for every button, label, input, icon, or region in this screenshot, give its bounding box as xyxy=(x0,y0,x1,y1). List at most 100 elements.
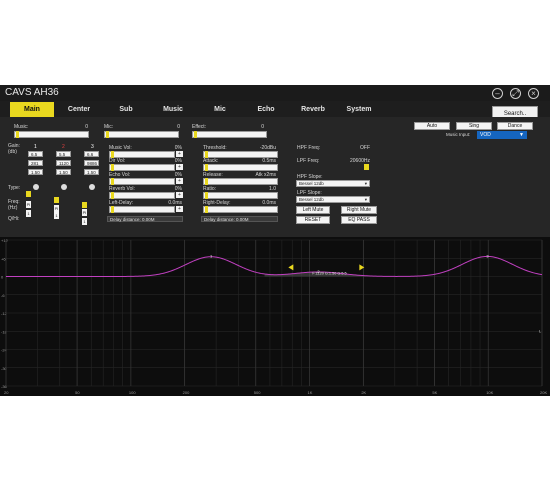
music-value: 0 xyxy=(85,124,88,130)
tab-center[interactable]: Center xyxy=(57,102,101,117)
freq-3-field[interactable]: 9886 xyxy=(84,160,99,166)
music-input-select[interactable]: VOD ▼ xyxy=(477,131,527,139)
left-mute-button[interactable]: Left Mute xyxy=(296,206,330,214)
effect-slider[interactable] xyxy=(192,131,267,138)
reverb-vol-slider[interactable] xyxy=(109,192,175,199)
tab-main[interactable]: Main xyxy=(10,102,54,117)
channel-3-number: 3 xyxy=(91,144,94,150)
right-delay-distance: Delay distance: 0.00M xyxy=(201,216,278,222)
type-2-box[interactable]: PI xyxy=(54,205,59,212)
music-vol-knob[interactable] xyxy=(111,151,114,158)
type-1-box[interactable]: PI xyxy=(26,201,31,208)
y-tick-label: -24 xyxy=(1,348,8,353)
q-3-box[interactable]: 1 xyxy=(82,218,87,225)
hpf-slope-select[interactable]: Bessel 12db ▾ xyxy=(296,180,370,187)
music-label: Music: xyxy=(14,124,29,130)
q-label: Q/Hi: xyxy=(8,216,20,222)
lpf-slope-select[interactable]: Bessel 12db ▾ xyxy=(296,196,370,203)
freq-2-field[interactable]: 1120 xyxy=(56,160,71,166)
filter-1-toggle[interactable] xyxy=(26,191,31,197)
music-vol-slider[interactable] xyxy=(109,151,175,158)
lpf-freq-knob[interactable] xyxy=(364,164,369,170)
mic-slider[interactable] xyxy=(104,131,179,138)
attack-knob[interactable] xyxy=(205,164,208,171)
tab-mic[interactable]: Mic xyxy=(198,102,242,117)
reverb-vol-plus[interactable]: + xyxy=(176,192,183,198)
type-label: Type: xyxy=(8,185,21,191)
reverb-vol-knob[interactable] xyxy=(111,192,114,199)
eq-pass-button[interactable]: EQ PASS xyxy=(341,216,377,224)
restore-icon[interactable]: ⤢ xyxy=(510,88,521,99)
q-1-field[interactable]: 1.50 xyxy=(28,169,43,175)
window-title: CAVS AH36 xyxy=(5,87,59,98)
hpf-freq-value: OFF xyxy=(360,145,370,151)
control-panel: Music: 0 Mic: 0 Effect: 0 Gain: (db) 1 2… xyxy=(0,117,550,237)
sing-button[interactable]: Sing xyxy=(456,122,492,130)
release-knob[interactable] xyxy=(205,178,208,185)
right-delay-knob[interactable] xyxy=(205,206,208,213)
echo-vol-knob[interactable] xyxy=(111,178,114,185)
x-tick-label: 200 xyxy=(183,390,190,395)
y-tick-label: -30 xyxy=(1,366,8,371)
gain-3-field[interactable]: 6.6 xyxy=(84,151,99,157)
echo-vol-plus[interactable]: + xyxy=(176,178,183,184)
eq-graph[interactable]: +12 +6 0 -6 -12 -18 -24 -30 -36 20 50 100 200 500 1K 2K… xyxy=(0,237,550,396)
gain-label: Gain: (db) xyxy=(8,143,20,155)
type-3-box[interactable]: PI xyxy=(82,209,87,216)
dir-vol-slider[interactable] xyxy=(109,164,175,171)
minimize-icon[interactable]: – xyxy=(492,88,503,99)
left-delay-knob[interactable] xyxy=(111,206,114,213)
ratio-slider[interactable] xyxy=(203,192,278,199)
release-slider[interactable] xyxy=(203,178,278,185)
music-slider[interactable] xyxy=(14,131,89,138)
freq-1-field[interactable]: 281 xyxy=(28,160,43,166)
close-icon[interactable]: × xyxy=(528,88,539,99)
y-tick-label: +12 xyxy=(1,238,9,243)
left-delay-distance: Delay distance: 0.00M xyxy=(107,216,183,222)
reset-button[interactable]: RESET xyxy=(296,216,330,224)
hpf-freq-label: HPF Freq: xyxy=(297,145,321,151)
q-2-box[interactable]: 1 xyxy=(54,212,59,219)
music-slider-knob[interactable] xyxy=(16,131,19,138)
peak-label-3: 3 xyxy=(486,253,489,258)
q-1-box[interactable]: 1 xyxy=(26,210,31,217)
mic-slider-knob[interactable] xyxy=(106,131,109,138)
q-2-field[interactable]: 1.50 xyxy=(56,169,71,175)
chevron-down-icon: ▾ xyxy=(364,197,367,202)
threshold-slider[interactable] xyxy=(203,151,278,158)
gain-1-field[interactable]: 6.5 xyxy=(28,151,43,157)
left-delay-slider[interactable] xyxy=(109,206,175,213)
attack-slider[interactable] xyxy=(203,164,278,171)
threshold-knob[interactable] xyxy=(205,151,208,158)
x-tick-label: 100 xyxy=(129,390,136,395)
auto-button[interactable]: Auto xyxy=(414,122,450,130)
tab-reverb[interactable]: Reverb xyxy=(291,102,335,117)
x-tick-label: 20 xyxy=(4,390,9,395)
gain-2-field[interactable]: 5.5 xyxy=(56,151,71,157)
type-3-knob[interactable] xyxy=(89,184,95,190)
filter-2-toggle[interactable] xyxy=(54,197,59,203)
echo-vol-slider[interactable] xyxy=(109,178,175,185)
ratio-knob[interactable] xyxy=(205,192,208,199)
type-1-knob[interactable] xyxy=(33,184,39,190)
filter-3-toggle[interactable] xyxy=(82,202,87,208)
dance-button[interactable]: Dance xyxy=(497,122,533,130)
dir-vol-knob[interactable] xyxy=(111,164,114,171)
x-tick-label: 50 xyxy=(75,390,80,395)
effect-slider-knob[interactable] xyxy=(194,131,197,138)
mic-value: 0 xyxy=(177,124,180,130)
hpf-slope-value: Bessel 12db xyxy=(299,181,324,186)
right-mute-button[interactable]: Right Mute xyxy=(341,206,377,214)
tab-system[interactable]: System xyxy=(337,102,381,117)
right-delay-slider[interactable] xyxy=(203,206,278,213)
tab-sub[interactable]: Sub xyxy=(104,102,148,117)
tab-music[interactable]: Music xyxy=(151,102,195,117)
tab-echo[interactable]: Echo xyxy=(244,102,288,117)
music-vol-plus[interactable]: + xyxy=(176,151,183,157)
right-channel-marker: L xyxy=(539,328,542,333)
dir-vol-plus[interactable]: + xyxy=(176,164,183,170)
q-3-field[interactable]: 1.50 xyxy=(84,169,99,175)
type-2-knob[interactable] xyxy=(61,184,67,190)
mic-label: Mic: xyxy=(104,124,114,130)
left-delay-plus[interactable]: + xyxy=(176,206,183,212)
